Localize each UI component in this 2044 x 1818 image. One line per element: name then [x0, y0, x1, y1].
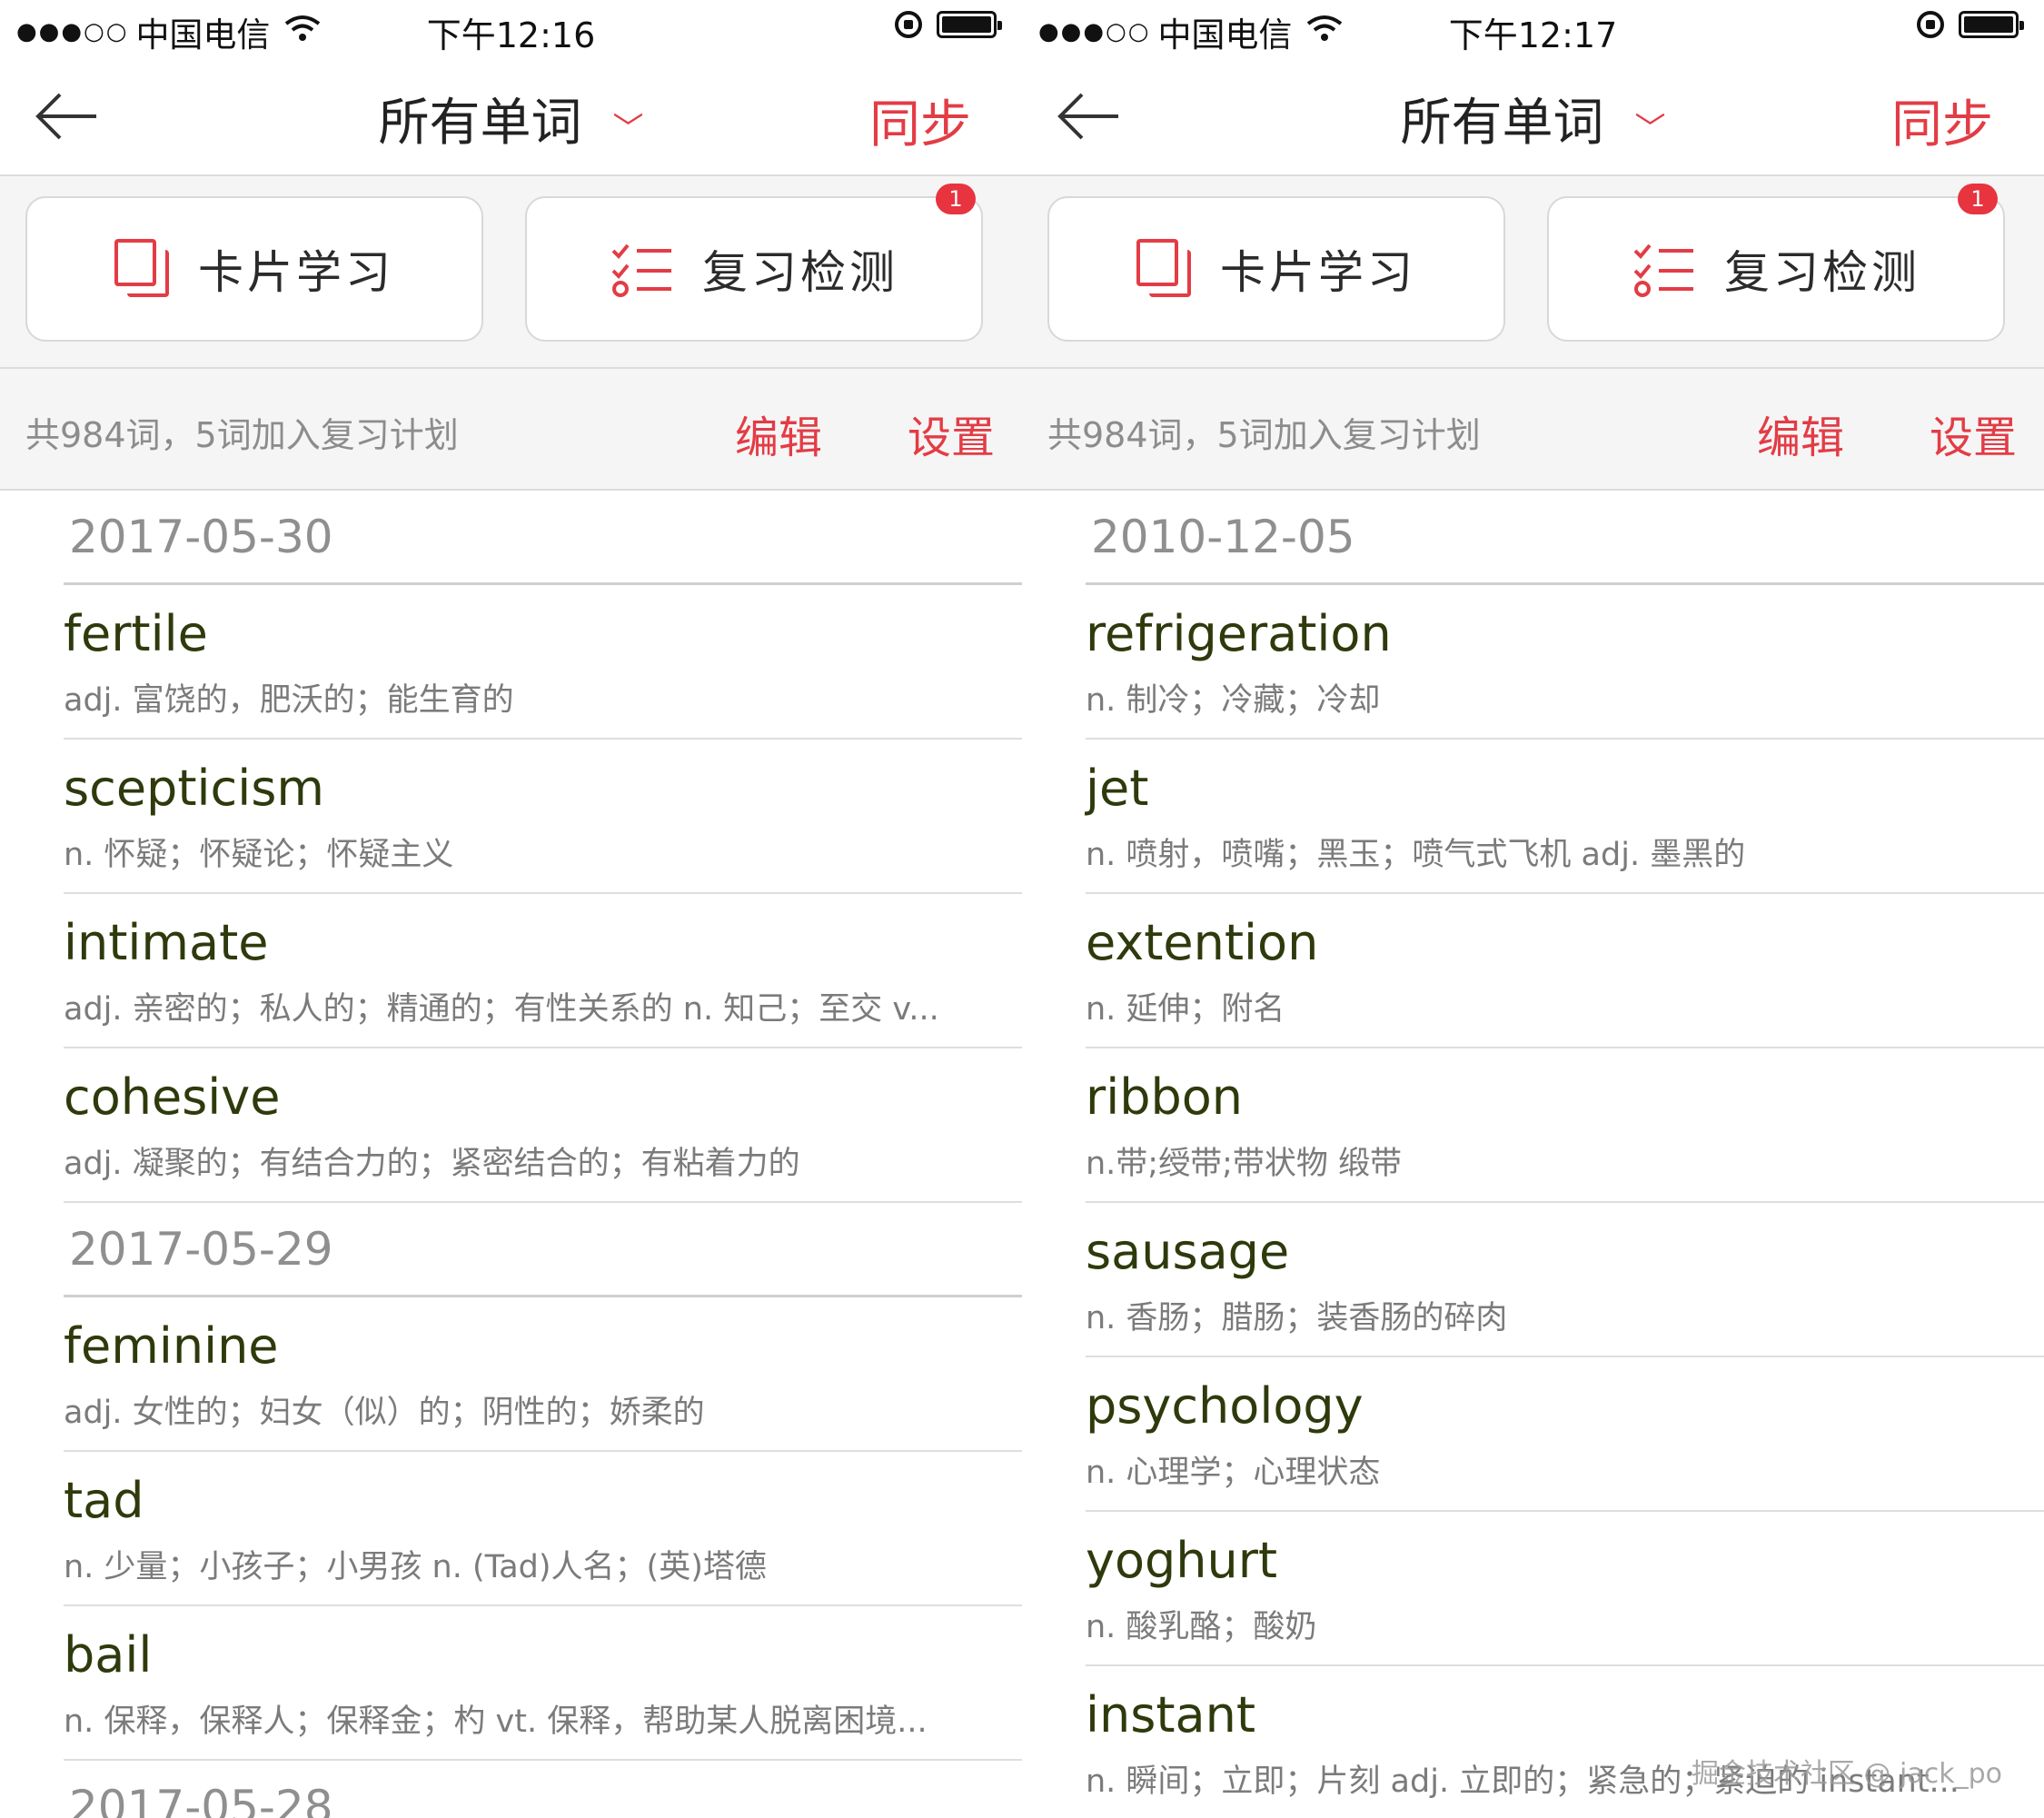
- notification-badge: 1: [936, 184, 976, 214]
- word-definition: n. 延伸；附名: [1086, 991, 1285, 1028]
- date-group-header: 2017-05-29: [0, 1203, 1022, 1297]
- sync-button[interactable]: 同步: [1891, 84, 1993, 157]
- date-label: 2017-05-29: [69, 1223, 333, 1276]
- cards-icon: [1136, 239, 1193, 299]
- sync-button[interactable]: 同步: [869, 84, 971, 157]
- status-bar: ●●●○○ 中国电信 下午12:16: [0, 0, 1022, 58]
- date-label: 2010-12-05: [1091, 511, 1355, 563]
- word-list-item[interactable]: ribbon n.带;绶带;带状物 缎带: [1022, 1048, 2044, 1203]
- card-study-button[interactable]: 卡片学习: [25, 196, 483, 342]
- word-list-item[interactable]: bail n. 保释，保释人；保释金；杓 vt. 保释，帮助某人脱离困境...: [0, 1606, 1022, 1761]
- word-definition: n. 制冷；冷藏；冷却: [1086, 682, 1381, 719]
- word-text: instant: [1086, 1686, 1256, 1743]
- status-time: 下午12:17: [1448, 15, 1618, 55]
- study-actions: 卡片学习 复习检测 1: [0, 176, 1022, 369]
- word-list[interactable]: 2010-12-05 refrigeration n. 制冷；冷藏；冷却 jet n. …: [1022, 491, 2044, 1818]
- word-text: sausage: [1086, 1223, 1290, 1280]
- review-test-label: 复习检测: [1724, 246, 1920, 299]
- word-text: jet: [1086, 760, 1149, 817]
- word-text: scepticism: [64, 760, 324, 817]
- word-definition: adj. 亲密的；私人的；精通的；有性关系的 n. 知己；至交 v...: [64, 991, 939, 1028]
- word-list-item[interactable]: psychology n. 心理学；心理状态: [1022, 1357, 2044, 1512]
- navigation-bar: 所有单词 ﹀ 同步: [1022, 58, 2044, 176]
- date-group-header: 2017-05-28: [0, 1761, 1022, 1818]
- status-time: 下午12:16: [426, 15, 596, 55]
- word-text: fertile: [64, 605, 208, 662]
- navigation-bar: 所有单词 ﹀ 同步: [0, 58, 1022, 176]
- word-list-item[interactable]: yoghurt n. 酸乳酪；酸奶: [1022, 1512, 2044, 1666]
- word-list-item[interactable]: jet n. 喷射，喷嘴；黑玉；喷气式飞机 adj. 墨黑的: [1022, 740, 2044, 894]
- word-text: ribbon: [1086, 1068, 1244, 1126]
- card-study-button[interactable]: 卡片学习: [1047, 196, 1505, 342]
- date-label: 2017-05-28: [69, 1781, 333, 1818]
- status-bar: ●●●○○ 中国电信 下午12:17: [1022, 0, 2044, 58]
- word-definition: n. 怀疑；怀疑论；怀疑主义: [64, 837, 454, 873]
- study-actions: 卡片学习 复习检测 1: [1022, 176, 2044, 369]
- word-definition: n. 少量；小孩子；小男孩 n. (Tad)人名；(英)塔德: [64, 1549, 767, 1585]
- word-list-item[interactable]: intimate adj. 亲密的；私人的；精通的；有性关系的 n. 知己；至交 …: [0, 894, 1022, 1048]
- word-definition: adj. 女性的；妇女（似）的；阴性的；娇柔的: [64, 1395, 705, 1431]
- word-list-item[interactable]: tad n. 少量；小孩子；小男孩 n. (Tad)人名；(英)塔德: [0, 1452, 1022, 1606]
- date-group-header: 2010-12-05: [1022, 491, 2044, 585]
- chevron-down-icon: ﹀: [612, 111, 644, 148]
- word-text: feminine: [64, 1317, 279, 1375]
- page-title: 所有单词: [1400, 94, 1604, 153]
- orientation-lock-icon: [895, 11, 922, 38]
- app-screen: ●●●○○ 中国电信 下午12:16 所有单词 ﹀ 同步 卡片学习 复习检测 1…: [0, 0, 1022, 1818]
- battery-icon: [1959, 11, 2024, 38]
- review-test-button[interactable]: 复习检测 1: [1547, 184, 2005, 342]
- app-screen: ●●●○○ 中国电信 下午12:17 所有单词 ﹀ 同步 卡片学习 复习检测 1…: [1022, 0, 2044, 1818]
- word-text: yoghurt: [1086, 1532, 1278, 1589]
- word-text: extention: [1086, 914, 1319, 971]
- word-text: bail: [64, 1626, 153, 1684]
- word-definition: adj. 富饶的，肥沃的；能生育的: [64, 682, 514, 719]
- date-group-header: 2017-05-30: [0, 491, 1022, 585]
- edit-button[interactable]: 编辑: [1757, 402, 1844, 465]
- cards-icon: [114, 239, 171, 299]
- chevron-down-icon: ﹀: [1634, 111, 1666, 148]
- edit-button[interactable]: 编辑: [735, 402, 822, 465]
- word-list-item[interactable]: extention n. 延伸；附名: [1022, 894, 2044, 1048]
- word-count-text: 共984词，5词加入复习计划: [1047, 415, 1481, 455]
- word-definition: n.带;绶带;带状物 缎带: [1086, 1146, 1403, 1182]
- word-list-item[interactable]: cohesive adj. 凝聚的；有结合力的；紧密结合的；有粘着力的: [0, 1048, 1022, 1203]
- summary-bar: 共984词，5词加入复习计划 编辑 设置: [1022, 369, 2044, 491]
- word-text: refrigeration: [1086, 605, 1392, 662]
- word-list-item[interactable]: fertile adj. 富饶的，肥沃的；能生育的: [0, 585, 1022, 740]
- word-text: cohesive: [64, 1068, 281, 1126]
- word-count-text: 共984词，5词加入复习计划: [25, 415, 459, 455]
- word-list[interactable]: 2017-05-30 fertile adj. 富饶的，肥沃的；能生育的 scepti…: [0, 491, 1022, 1818]
- page-title: 所有单词: [378, 94, 582, 153]
- checklist-icon: [611, 243, 671, 297]
- word-list-item[interactable]: feminine adj. 女性的；妇女（似）的；阴性的；娇柔的: [0, 1297, 1022, 1452]
- word-text: psychology: [1086, 1377, 1364, 1435]
- battery-icon: [937, 11, 1002, 38]
- notification-badge: 1: [1958, 184, 1998, 214]
- card-study-label: 卡片学习: [198, 246, 394, 299]
- word-definition: n. 保释，保释人；保释金；杓 vt. 保释，帮助某人脱离困境...: [64, 1704, 928, 1740]
- word-text: intimate: [64, 914, 269, 971]
- card-study-label: 卡片学习: [1220, 246, 1416, 299]
- orientation-lock-icon: [1917, 11, 1944, 38]
- word-definition: n. 心理学；心理状态: [1086, 1455, 1381, 1491]
- word-list-item[interactable]: refrigeration n. 制冷；冷藏；冷却: [1022, 585, 2044, 740]
- word-definition: adj. 凝聚的；有结合力的；紧密结合的；有粘着力的: [64, 1146, 800, 1182]
- review-test-button[interactable]: 复习检测 1: [525, 184, 983, 342]
- word-definition: n. 喷射，喷嘴；黑玉；喷气式飞机 adj. 墨黑的: [1086, 837, 1746, 873]
- word-list-item[interactable]: sausage n. 香肠；腊肠；装香肠的碎肉: [1022, 1203, 2044, 1357]
- summary-bar: 共984词，5词加入复习计划 编辑 设置: [0, 369, 1022, 491]
- settings-button[interactable]: 设置: [908, 402, 995, 465]
- checklist-icon: [1633, 243, 1693, 297]
- word-definition: n. 酸乳酪；酸奶: [1086, 1609, 1317, 1645]
- date-label: 2017-05-30: [69, 511, 333, 563]
- word-definition: n. 香肠；腊肠；装香肠的碎肉: [1086, 1300, 1508, 1336]
- review-test-label: 复习检测: [702, 246, 898, 299]
- watermark: 掘金技术社区 @ jack_po: [1691, 1758, 2002, 1790]
- settings-button[interactable]: 设置: [1930, 402, 2017, 465]
- word-list-item[interactable]: instant n. 瞬间；立即；片刻 adj. 立即的；紧急的；紧迫的 inst…: [1022, 1666, 2044, 1818]
- word-text: tad: [64, 1472, 144, 1529]
- word-list-item[interactable]: scepticism n. 怀疑；怀疑论；怀疑主义: [0, 740, 1022, 894]
